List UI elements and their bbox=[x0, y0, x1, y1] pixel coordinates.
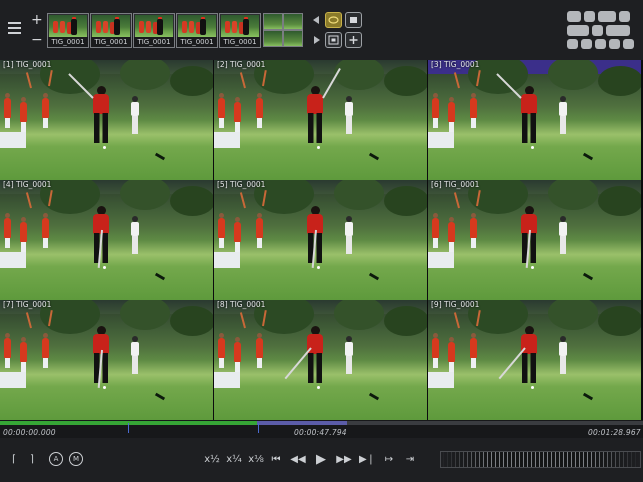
cell-label: [1] TIG_0001 bbox=[3, 60, 52, 69]
video-frame bbox=[428, 300, 641, 420]
clip-preview-image bbox=[49, 15, 87, 37]
speed-quarter-button[interactable]: x¼ bbox=[226, 452, 242, 468]
video-cell[interactable]: [3] TIG_0001 bbox=[428, 60, 641, 180]
video-cell[interactable]: [1] TIG_0001 bbox=[0, 60, 213, 180]
video-frame bbox=[0, 300, 213, 420]
top-toolbar: + − TIG_0001 TIG_0001 TIG_0001 TIG_0001 … bbox=[0, 0, 643, 60]
fit-icon bbox=[328, 35, 339, 45]
video-cell[interactable]: [8] TIG_0001 bbox=[214, 300, 427, 420]
playhead-marker[interactable] bbox=[258, 423, 259, 433]
clip-thumbnail-label: TIG_0001 bbox=[177, 37, 217, 47]
image-button[interactable] bbox=[345, 12, 362, 28]
remove-clip-button[interactable]: − bbox=[31, 33, 43, 47]
timeline-progress bbox=[257, 421, 347, 425]
scroll-right-icon[interactable] bbox=[314, 36, 320, 44]
plus-icon bbox=[349, 36, 358, 44]
clip-thumbnail[interactable]: TIG_0001 bbox=[47, 13, 89, 48]
next-clip-button[interactable]: ⇥ bbox=[402, 452, 418, 468]
mark-in-button[interactable]: ⌈ bbox=[9, 452, 19, 468]
video-frame bbox=[214, 180, 427, 300]
video-grid: [1] TIG_0001 [2] TIG_0001 [3] TIG_0001 [4] … bbox=[0, 60, 643, 420]
add-clip-button[interactable]: + bbox=[31, 13, 43, 27]
clip-thumbnail[interactable]: TIG_0001 bbox=[219, 13, 261, 48]
cell-label: [6] TIG_0001 bbox=[431, 180, 480, 189]
overlay-icon bbox=[328, 16, 339, 24]
cell-label: [7] TIG_0001 bbox=[3, 300, 52, 309]
clip-thumbnail-label: TIG_0001 bbox=[134, 37, 174, 47]
m-button[interactable]: M bbox=[69, 452, 83, 466]
video-cell[interactable]: [5] TIG_0001 bbox=[214, 180, 427, 300]
clip-preview-image bbox=[92, 15, 130, 37]
video-frame bbox=[0, 60, 213, 180]
cell-label: [3] TIG_0001 bbox=[431, 60, 480, 69]
clip-thumbnail-label: TIG_0001 bbox=[48, 37, 88, 47]
clip-preview-image bbox=[221, 15, 259, 37]
overlay-button[interactable] bbox=[325, 12, 342, 28]
image-icon bbox=[350, 17, 357, 23]
cell-label: [5] TIG_0001 bbox=[217, 180, 266, 189]
clip-thumbnail-label: TIG_0001 bbox=[91, 37, 131, 47]
speed-eighth-button[interactable]: x⅛ bbox=[248, 452, 264, 468]
current-timecode: 00:00:47.794 bbox=[294, 428, 347, 437]
mark-in-marker[interactable] bbox=[128, 423, 129, 433]
multi-view-thumbnail[interactable] bbox=[263, 13, 303, 47]
timeline-track[interactable] bbox=[0, 421, 643, 425]
play-button[interactable]: ▶ bbox=[313, 452, 329, 468]
step-back-button[interactable]: ⏮ bbox=[268, 452, 284, 468]
cell-label: [9] TIG_0001 bbox=[431, 300, 480, 309]
cell-label: [4] TIG_0001 bbox=[3, 180, 52, 189]
clip-thumbnail[interactable]: TIG_0001 bbox=[133, 13, 175, 48]
video-cell[interactable]: [2] TIG_0001 bbox=[214, 60, 427, 180]
end-timecode: 00:01:28.967 bbox=[588, 428, 641, 437]
transport-bar: ⌈ ⌉ A M x½ x¼ x⅛ ⏮ ◀◀ ▶ ▶▶ ▶❘ ↦ ⇥ bbox=[0, 438, 643, 482]
video-frame bbox=[428, 180, 641, 300]
timeline[interactable]: 00:00:00.000 00:00:47.794 00:01:28.967 bbox=[0, 420, 643, 438]
video-frame bbox=[214, 60, 427, 180]
clip-thumbnail-label: TIG_0001 bbox=[220, 37, 260, 47]
grid-layout-icon[interactable] bbox=[567, 11, 639, 49]
video-cell[interactable]: [9] TIG_0001 bbox=[428, 300, 641, 420]
scroll-left-icon[interactable] bbox=[313, 16, 319, 24]
clip-preview-image bbox=[178, 15, 216, 37]
menu-icon[interactable] bbox=[8, 22, 21, 34]
fast-forward-button[interactable]: ▶▶ bbox=[334, 452, 354, 468]
rewind-button[interactable]: ◀◀ bbox=[288, 452, 308, 468]
jump-to-end-button[interactable]: ↦ bbox=[381, 452, 397, 468]
cell-label: [2] TIG_0001 bbox=[217, 60, 266, 69]
video-cell[interactable]: [4] TIG_0001 bbox=[0, 180, 213, 300]
jog-wheel[interactable] bbox=[440, 451, 641, 468]
video-frame bbox=[0, 180, 213, 300]
speed-half-button[interactable]: x½ bbox=[204, 452, 220, 468]
clip-preview-image bbox=[135, 15, 173, 37]
fit-button[interactable] bbox=[325, 32, 342, 48]
video-frame bbox=[214, 300, 427, 420]
a-button[interactable]: A bbox=[49, 452, 63, 466]
cell-label: [8] TIG_0001 bbox=[217, 300, 266, 309]
clip-thumbnail[interactable]: TIG_0001 bbox=[90, 13, 132, 48]
step-forward-button[interactable]: ▶❘ bbox=[359, 452, 375, 468]
clip-thumbnail[interactable]: TIG_0001 bbox=[176, 13, 218, 48]
video-frame bbox=[428, 60, 641, 180]
mark-out-button[interactable]: ⌉ bbox=[27, 452, 37, 468]
start-timecode: 00:00:00.000 bbox=[3, 428, 56, 437]
video-cell[interactable]: [6] TIG_0001 bbox=[428, 180, 641, 300]
zoom-in-button[interactable] bbox=[345, 32, 362, 48]
video-cell[interactable]: [7] TIG_0001 bbox=[0, 300, 213, 420]
